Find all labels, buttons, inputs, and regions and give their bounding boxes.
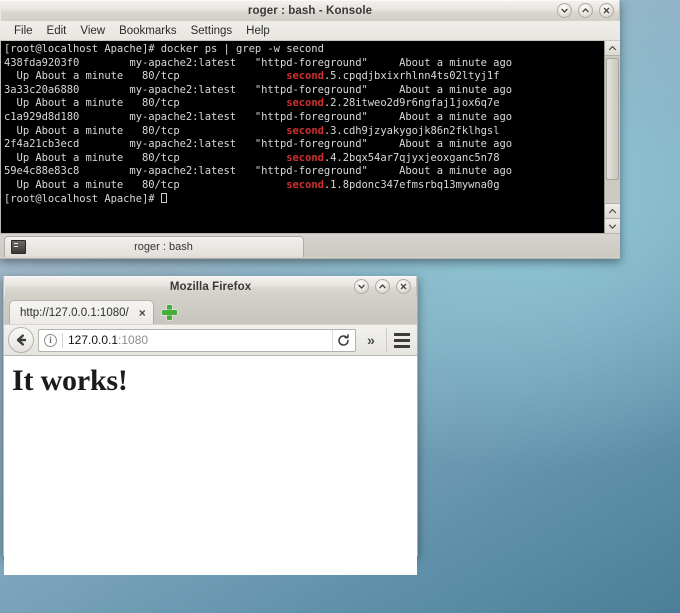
reload-icon[interactable]: [332, 329, 353, 351]
menu-edit[interactable]: Edit: [40, 24, 74, 38]
konsole-tab[interactable]: roger : bash: [4, 236, 304, 257]
page-content: It works!: [4, 356, 417, 575]
konsole-tab-label: roger : bash: [134, 241, 193, 253]
terminal-icon: [11, 240, 26, 254]
close-tab-icon[interactable]: ×: [139, 307, 146, 319]
menu-file[interactable]: File: [7, 24, 40, 38]
konsole-title: roger : bash - Konsole: [247, 5, 373, 17]
scrollbar-thumb[interactable]: [606, 58, 619, 180]
browser-tab-title: http://127.0.0.1:1080/: [20, 306, 129, 319]
konsole-window: roger : bash - Konsole File Edit View Bo…: [0, 0, 620, 259]
url-text[interactable]: 127.0.0.1:1080: [68, 333, 327, 347]
url-bar[interactable]: i 127.0.0.1:1080: [38, 328, 356, 352]
scroll-up-small-icon[interactable]: [605, 203, 620, 218]
scrollbar-track[interactable]: [605, 56, 620, 203]
close-icon[interactable]: [396, 279, 411, 294]
menu-view[interactable]: View: [73, 24, 112, 38]
terminal-area: [root@localhost Apache]# docker ps | gre…: [0, 41, 620, 233]
maximize-icon[interactable]: [578, 3, 593, 18]
overflow-chevron-icon[interactable]: »: [360, 332, 382, 348]
url-host: 127.0.0.1: [68, 333, 119, 347]
firefox-titlebar[interactable]: Mozilla Firefox: [4, 276, 417, 297]
konsole-window-controls: [557, 3, 614, 18]
konsole-menubar: File Edit View Bookmarks Settings Help: [0, 21, 620, 41]
menu-bookmarks[interactable]: Bookmarks: [112, 24, 184, 38]
desktop: roger : bash - Konsole File Edit View Bo…: [0, 0, 680, 613]
maximize-icon[interactable]: [375, 279, 390, 294]
terminal-output[interactable]: [root@localhost Apache]# docker ps | gre…: [1, 41, 604, 233]
terminal-scrollbar[interactable]: [604, 41, 620, 233]
scroll-down-icon[interactable]: [605, 218, 620, 233]
firefox-tabstrip: http://127.0.0.1:1080/ ×: [4, 297, 417, 324]
minimize-icon[interactable]: [557, 3, 572, 18]
urlbar-divider: [62, 332, 63, 348]
page-heading: It works!: [12, 364, 128, 397]
menu-settings[interactable]: Settings: [184, 24, 240, 38]
close-icon[interactable]: [599, 3, 614, 18]
firefox-navbar: i 127.0.0.1:1080 »: [4, 324, 417, 356]
firefox-window-controls: [354, 279, 411, 294]
konsole-titlebar[interactable]: roger : bash - Konsole: [0, 0, 620, 21]
konsole-tabbar: roger : bash: [0, 233, 620, 257]
back-button[interactable]: [8, 327, 34, 353]
url-port: :1080: [118, 333, 149, 347]
menu-hamburger-icon[interactable]: [386, 328, 413, 352]
firefox-window: Mozilla Firefox http://127.0.0.1:1080/ ×: [3, 276, 418, 575]
menu-help[interactable]: Help: [239, 24, 277, 38]
info-icon[interactable]: i: [44, 333, 57, 347]
browser-tab[interactable]: http://127.0.0.1:1080/ ×: [9, 300, 154, 324]
new-tab-icon[interactable]: [161, 305, 177, 320]
scroll-up-icon[interactable]: [605, 41, 620, 56]
minimize-icon[interactable]: [354, 279, 369, 294]
